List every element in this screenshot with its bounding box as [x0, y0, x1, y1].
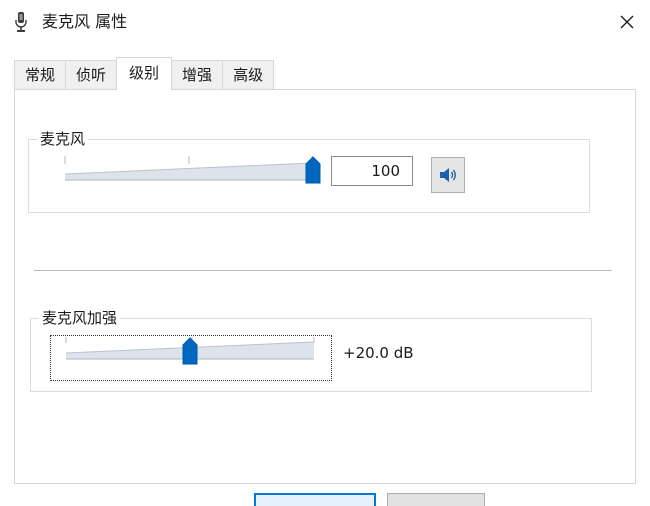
tab-strip: 常规 侦听 级别 增强 高级	[14, 57, 275, 90]
close-button[interactable]	[604, 0, 650, 44]
mute-button[interactable]	[431, 157, 465, 193]
window-title: 麦克风 属性	[42, 12, 128, 31]
section-divider	[34, 270, 612, 271]
tab-general[interactable]: 常规	[14, 60, 67, 90]
speaker-volume-icon	[440, 168, 456, 182]
microphone-boost-group-label: 麦克风加强	[39, 308, 121, 328]
microphone-level-slider[interactable]	[64, 156, 326, 186]
boost-value-label: +20.0 dB	[343, 344, 414, 362]
microphone-level-input[interactable]: 100	[331, 156, 413, 186]
microphone-group-label: 麦克风	[37, 129, 89, 149]
microphone-icon	[15, 12, 27, 32]
microphone-slider-track	[64, 156, 313, 181]
close-icon	[620, 15, 634, 29]
cancel-button[interactable]	[387, 493, 485, 506]
properties-window: 麦克风 属性 常规 侦听 级别 增强 高级 麦克风 100 麦克风加强 +20.…	[0, 0, 650, 506]
title-bar: 麦克风 属性	[0, 0, 650, 44]
tab-enhancements[interactable]: 增强	[171, 60, 224, 90]
tab-levels[interactable]: 级别	[116, 57, 173, 90]
microphone-boost-slider[interactable]	[64, 337, 326, 367]
microphone-slider-thumb[interactable]	[305, 156, 321, 184]
boost-slider-thumb[interactable]	[182, 337, 198, 365]
tab-advanced[interactable]: 高级	[222, 60, 275, 90]
ok-button[interactable]	[254, 493, 376, 506]
tab-listen[interactable]: 侦听	[65, 60, 118, 90]
